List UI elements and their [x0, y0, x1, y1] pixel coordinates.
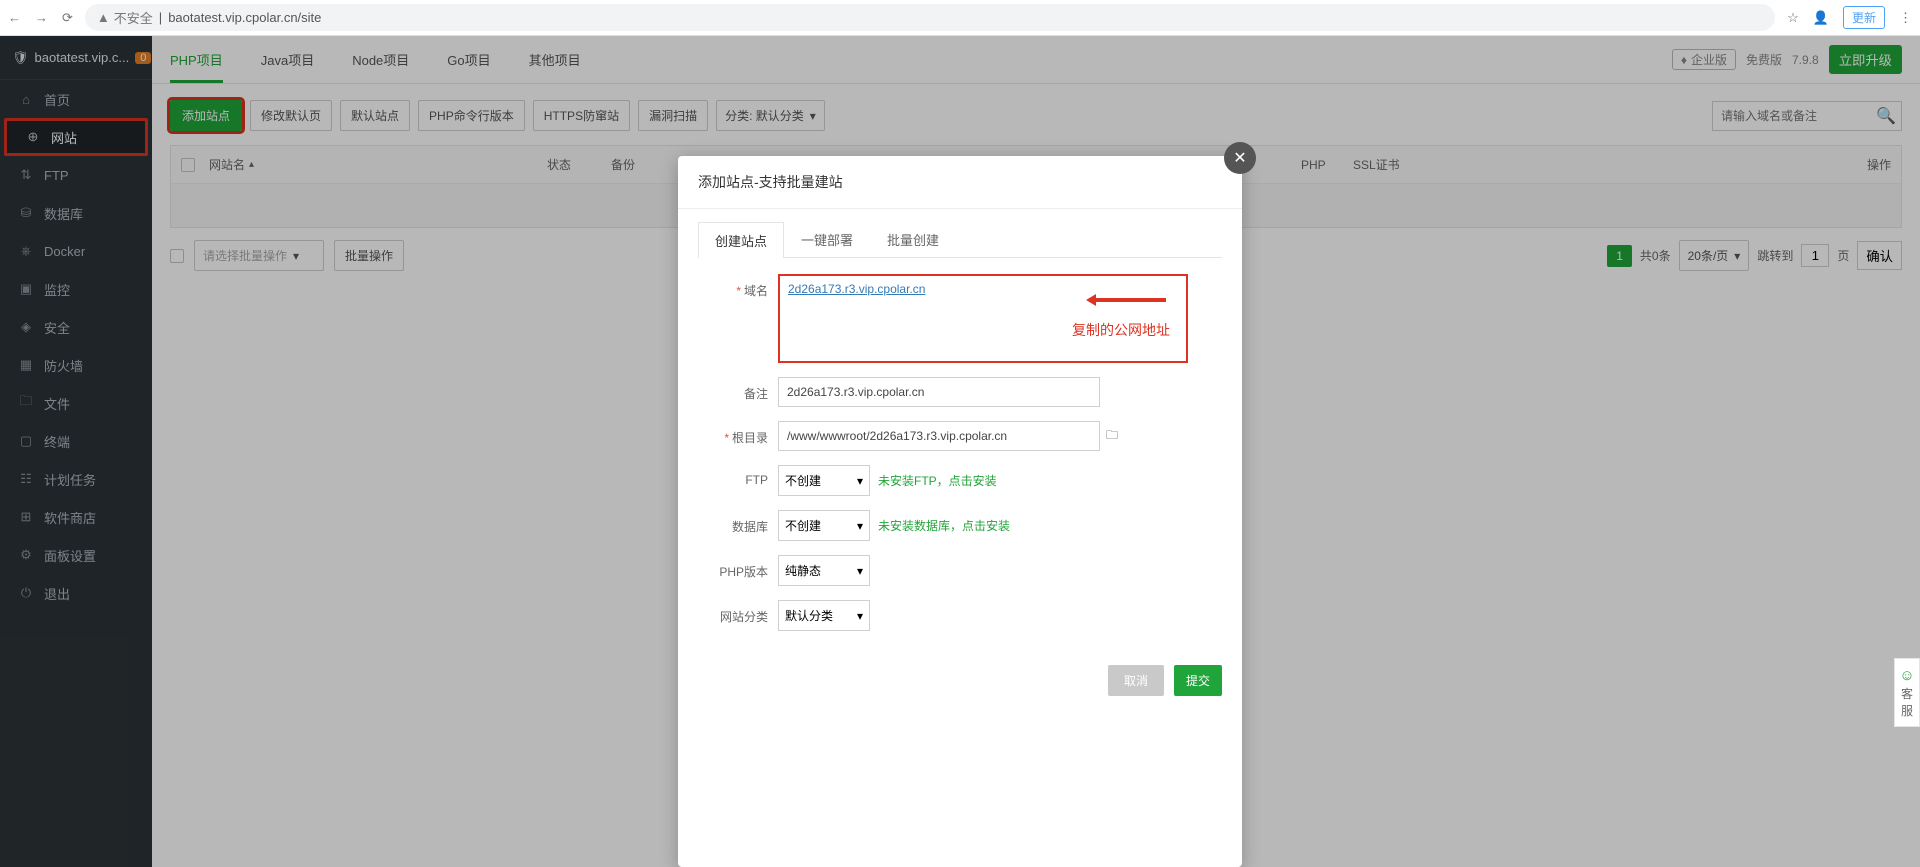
update-button[interactable]: 更新 — [1843, 6, 1885, 29]
remark-input[interactable] — [778, 377, 1100, 407]
php-select[interactable]: 纯静态▾ — [778, 555, 870, 586]
annotation-text: 复制的公网地址 — [1072, 320, 1170, 340]
domain-highlight-box: 2d26a173.r3.vip.cpolar.cn 复制的公网地址 — [778, 274, 1188, 363]
url-text: baotatest.vip.cpolar.cn/site — [168, 10, 321, 25]
db-select[interactable]: 不创建▾ — [778, 510, 870, 541]
insecure-label: 不安全 — [114, 8, 153, 27]
menu-icon[interactable]: ⋮ — [1899, 10, 1912, 26]
insecure-icon: ▲ — [97, 10, 110, 25]
label-ftp: FTP — [745, 473, 768, 487]
modal-title: 添加站点-支持批量建站 — [678, 156, 1242, 209]
folder-browse-icon[interactable]: 🗀 — [1106, 426, 1118, 447]
close-icon[interactable]: ✕ — [1224, 142, 1256, 174]
modal-tab-create[interactable]: 创建站点 — [698, 222, 784, 258]
label-domain: 域名 — [744, 284, 768, 298]
domain-link[interactable]: 2d26a173.r3.vip.cpolar.cn — [788, 282, 925, 296]
back-icon[interactable]: ← — [8, 10, 21, 26]
modal-overlay: ✕ 添加站点-支持批量建站 创建站点 一键部署 批量创建 *域名 2d26a17… — [0, 36, 1920, 867]
label-category: 网站分类 — [720, 610, 768, 624]
forward-icon[interactable]: → — [35, 10, 48, 26]
browser-bar: ← → ⟳ ▲不安全 | baotatest.vip.cpolar.cn/sit… — [0, 0, 1920, 36]
cancel-button[interactable]: 取消 — [1108, 665, 1164, 696]
chevron-down-icon: ▾ — [857, 564, 863, 578]
modal-tab-deploy[interactable]: 一键部署 — [784, 221, 870, 257]
chevron-down-icon: ▾ — [857, 519, 863, 533]
support-label: 客服 — [1899, 686, 1915, 720]
modal-tab-batch[interactable]: 批量创建 — [870, 221, 956, 257]
chevron-down-icon: ▾ — [857, 474, 863, 488]
label-php: PHP版本 — [719, 565, 768, 579]
modal-tabs: 创建站点 一键部署 批量创建 — [698, 221, 1222, 258]
root-input[interactable] — [778, 421, 1100, 451]
label-remark: 备注 — [744, 387, 768, 401]
submit-button[interactable]: 提交 — [1174, 665, 1222, 696]
category-select[interactable]: 默认分类▾ — [778, 600, 870, 631]
label-db: 数据库 — [732, 520, 768, 534]
star-icon[interactable]: ☆ — [1787, 10, 1799, 26]
annotation-arrow — [1086, 294, 1166, 306]
ftp-tip[interactable]: 未安装FTP，点击安装 — [878, 472, 997, 489]
address-bar[interactable]: ▲不安全 | baotatest.vip.cpolar.cn/site — [85, 4, 1775, 31]
chevron-down-icon: ▾ — [857, 609, 863, 623]
profile-icon[interactable]: 👤 — [1813, 10, 1829, 26]
support-icon: ☺ — [1899, 665, 1915, 686]
support-button[interactable]: ☺ 客服 — [1894, 658, 1920, 727]
ftp-select[interactable]: 不创建▾ — [778, 465, 870, 496]
db-tip[interactable]: 未安装数据库，点击安装 — [878, 517, 1010, 534]
add-site-modal: ✕ 添加站点-支持批量建站 创建站点 一键部署 批量创建 *域名 2d26a17… — [678, 156, 1242, 867]
label-root: 根目录 — [732, 431, 768, 445]
reload-icon[interactable]: ⟳ — [62, 10, 73, 26]
